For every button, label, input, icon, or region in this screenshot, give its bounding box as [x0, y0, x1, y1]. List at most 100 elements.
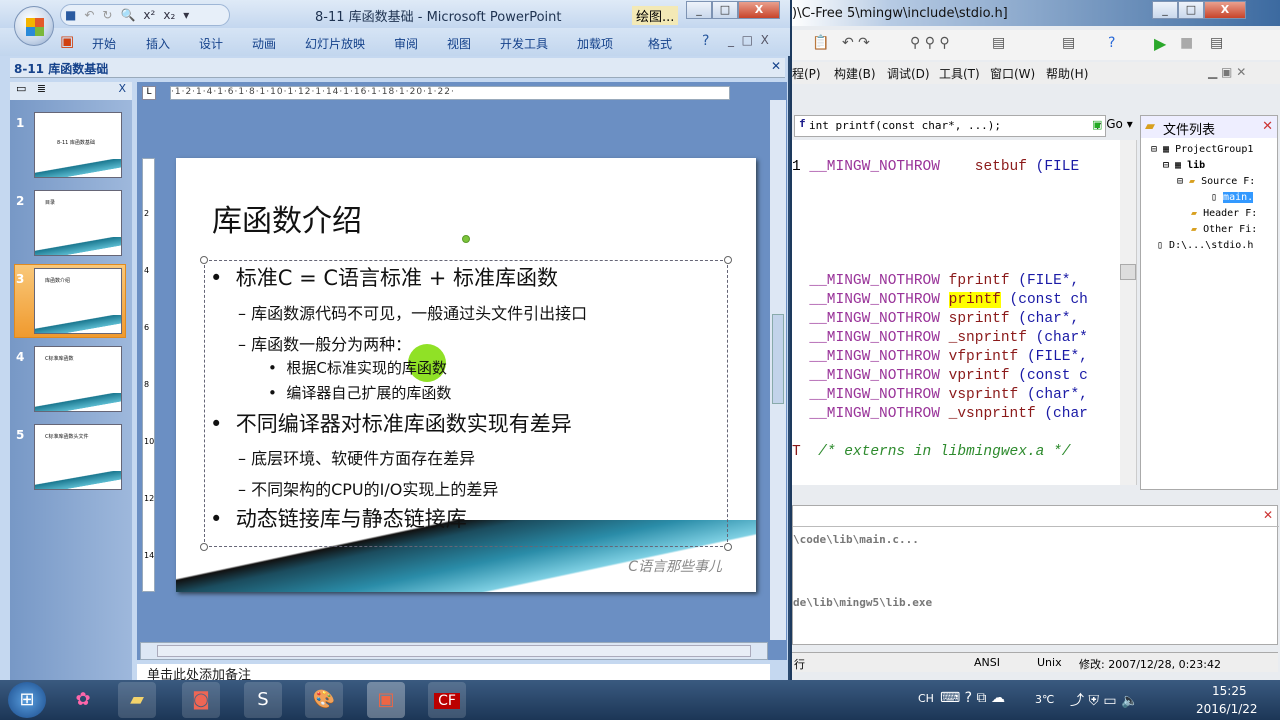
tab-slideshow[interactable]: 幻灯片放映 — [305, 35, 365, 52]
menu-help[interactable]: 帮助(H) — [1046, 65, 1088, 82]
resize-handle[interactable] — [200, 543, 208, 551]
run-icon[interactable]: ▶ — [1154, 34, 1166, 53]
editor-vertical-scrollbar[interactable] — [1120, 140, 1136, 485]
tab-addins[interactable]: 加载项 — [577, 35, 613, 52]
resize-handle[interactable] — [724, 256, 732, 264]
tree-item-main-c[interactable]: ▯ main. — [1211, 192, 1254, 203]
tray-icons[interactable]: ⌨ ? ⧉ ☁ — [940, 690, 1005, 706]
close-output-icon[interactable]: ✕ — [1263, 508, 1273, 522]
horizontal-scrollbar[interactable] — [140, 642, 768, 660]
customize-qat-button[interactable]: ▾ — [183, 8, 189, 22]
tree-item-projectgroup[interactable]: ⊟ ▦ ProjectGroup1 — [1151, 144, 1253, 155]
stop-icon[interactable]: ■ — [1180, 35, 1193, 51]
go-icon: ▣ — [1092, 118, 1103, 131]
vertical-ruler[interactable]: 2 4 6 8 10 12 14 — [142, 158, 155, 592]
close-pane-icon[interactable]: X — [118, 82, 126, 95]
tray-system-icons[interactable]: ⤴ ⛨ ▭ 🔈 — [1070, 690, 1139, 710]
slides-pane: ▭ ≣ X 1 8-11 库函数基础 2 目录 3 库函数介绍 4 C标准库函数… — [10, 82, 132, 680]
save-icon[interactable]: ■ — [65, 8, 76, 22]
resize-handle[interactable] — [724, 543, 732, 551]
tab-design[interactable]: 设计 — [199, 35, 223, 52]
vertical-scrollbar[interactable] — [770, 100, 786, 640]
input-language[interactable]: CH — [918, 692, 934, 705]
tab-developer[interactable]: 开发工具 — [500, 35, 548, 52]
close-button[interactable]: X — [1204, 1, 1246, 19]
help-icon[interactable]: ? — [1108, 35, 1115, 51]
context-tab-drawing[interactable]: 绘图... — [632, 6, 679, 25]
photo-app-icon[interactable]: ◙ — [182, 682, 220, 718]
code-editor[interactable]: 1 __MINGW_NOTHROW setbuf (FILE __MINGW_N… — [792, 140, 1137, 485]
weather-temperature[interactable]: 3℃ — [1035, 693, 1054, 706]
slide-thumbnail-5[interactable]: C标准库函数头文件 — [34, 424, 122, 490]
scroll-thumb[interactable] — [1120, 264, 1136, 280]
tree-item-header-files[interactable]: ▰ Header F: — [1191, 208, 1257, 219]
paste-icon[interactable]: 📋 — [812, 35, 829, 51]
scroll-thumb[interactable] — [157, 645, 751, 657]
minimize-button[interactable]: _ — [686, 1, 712, 19]
sogou-icon[interactable]: S — [244, 682, 282, 718]
menu-debug[interactable]: 调试(D) — [887, 65, 930, 82]
tree-item-source-files[interactable]: ⊟ ▰ Source F: — [1177, 176, 1255, 187]
tab-selector[interactable]: L — [142, 86, 156, 100]
mdi-controls[interactable]: ▁ ▣ ✕ — [1208, 65, 1246, 79]
go-button[interactable]: ▣ Go ▾ — [1092, 117, 1133, 131]
close-document-icon[interactable]: ✕ — [771, 59, 781, 73]
close-button[interactable]: X — [738, 1, 780, 19]
tab-review[interactable]: 审阅 — [394, 35, 418, 52]
close-panel-icon[interactable]: ✕ — [1262, 119, 1273, 134]
explorer-icon[interactable]: ▰ — [118, 682, 156, 718]
slide-thumbnail-1[interactable]: 8-11 库函数基础 — [34, 112, 122, 178]
slide-canvas[interactable]: 库函数介绍 • 标准C = C语言标准 + 标准库函数 – 库函数源代码不可见，… — [176, 158, 756, 592]
tab-view[interactable]: 视图 — [447, 35, 471, 52]
minimize-button[interactable]: _ — [1152, 1, 1178, 19]
subscript-button[interactable]: x₂ — [163, 8, 175, 22]
list-icon[interactable]: ▤ — [1210, 35, 1223, 51]
menu-project[interactable]: 程(P) — [792, 65, 821, 82]
addin-icon[interactable]: ▣ — [60, 32, 74, 50]
paint-icon[interactable]: 🎨 — [305, 682, 343, 718]
superscript-button[interactable]: x² — [143, 8, 155, 22]
slide-title[interactable]: 库函数介绍 — [212, 196, 362, 240]
tree-item-other-files[interactable]: ▰ Other Fi: — [1191, 224, 1257, 235]
document-tab[interactable]: 8-11 库函数基础 ✕ — [10, 58, 785, 78]
horizontal-ruler[interactable]: ·1·2·1·4·1·6·1·8·1·10·1·12·1·14·1·16·1·1… — [170, 86, 730, 100]
cfree-taskbar-icon[interactable]: CF — [428, 682, 466, 718]
notes-pane[interactable]: 单击此处添加备注 — [137, 664, 770, 680]
undo-icon[interactable]: ↶ — [84, 8, 94, 22]
slides-tab-icon[interactable]: ▭ — [16, 82, 26, 95]
tree-item-lib[interactable]: ⊟ ▦ lib — [1163, 160, 1205, 171]
function-selector[interactable]: f int printf(const char*, ...); ▼ — [794, 115, 1106, 137]
app-clover-icon[interactable]: ✿ — [64, 682, 102, 718]
resize-handle[interactable] — [200, 256, 208, 264]
ribbon-tabs: ▣ 开始 插入 设计 动画 幻灯片放映 审阅 视图 开发工具 加载项 格式 ? … — [0, 28, 790, 56]
tab-format[interactable]: 格式 — [648, 35, 672, 52]
build-icon[interactable]: ▤ — [1062, 35, 1075, 51]
maximize-button[interactable]: □ — [712, 1, 738, 19]
menu-build[interactable]: 构建(B) — [834, 65, 876, 82]
tab-animation[interactable]: 动画 — [252, 35, 276, 52]
office-button[interactable] — [14, 6, 54, 46]
menu-tools[interactable]: 工具(T) — [939, 65, 980, 82]
scroll-thumb[interactable] — [772, 314, 784, 404]
rotate-handle[interactable] — [462, 235, 470, 243]
start-button[interactable]: ⊞ — [8, 682, 46, 718]
slide-thumbnail-2[interactable]: 目录 — [34, 190, 122, 256]
menu-window[interactable]: 窗口(W) — [990, 65, 1035, 82]
outline-tab-icon[interactable]: ≣ — [37, 82, 46, 95]
slide-thumbnail-3[interactable]: 库函数介绍 — [34, 268, 122, 334]
ribbon-minimize-icon[interactable]: _ □ X — [728, 33, 769, 47]
find-icon[interactable]: ⚲ ⚲ ⚲ — [910, 35, 950, 51]
slide-thumbnail-4[interactable]: C标准库函数 — [34, 346, 122, 412]
help-icon[interactable]: ? — [702, 33, 709, 49]
powerpoint-taskbar-icon[interactable]: ▣ — [367, 682, 405, 718]
tab-insert[interactable]: 插入 — [146, 35, 170, 52]
tab-home[interactable]: 开始 — [92, 35, 116, 52]
maximize-button[interactable]: □ — [1178, 1, 1204, 19]
redo-icon[interactable]: ↻ — [102, 8, 112, 22]
doc-icon[interactable]: ▤ — [992, 35, 1005, 51]
print-preview-icon[interactable]: 🔍 — [120, 8, 135, 22]
clock-time[interactable]: 15:25 — [1212, 684, 1247, 698]
undo-icon[interactable]: ↶ ↷ — [842, 35, 870, 51]
tree-item-stdio-h[interactable]: ▯ D:\...\stdio.h — [1157, 240, 1253, 251]
clock-date[interactable]: 2016/1/22 — [1196, 702, 1258, 716]
